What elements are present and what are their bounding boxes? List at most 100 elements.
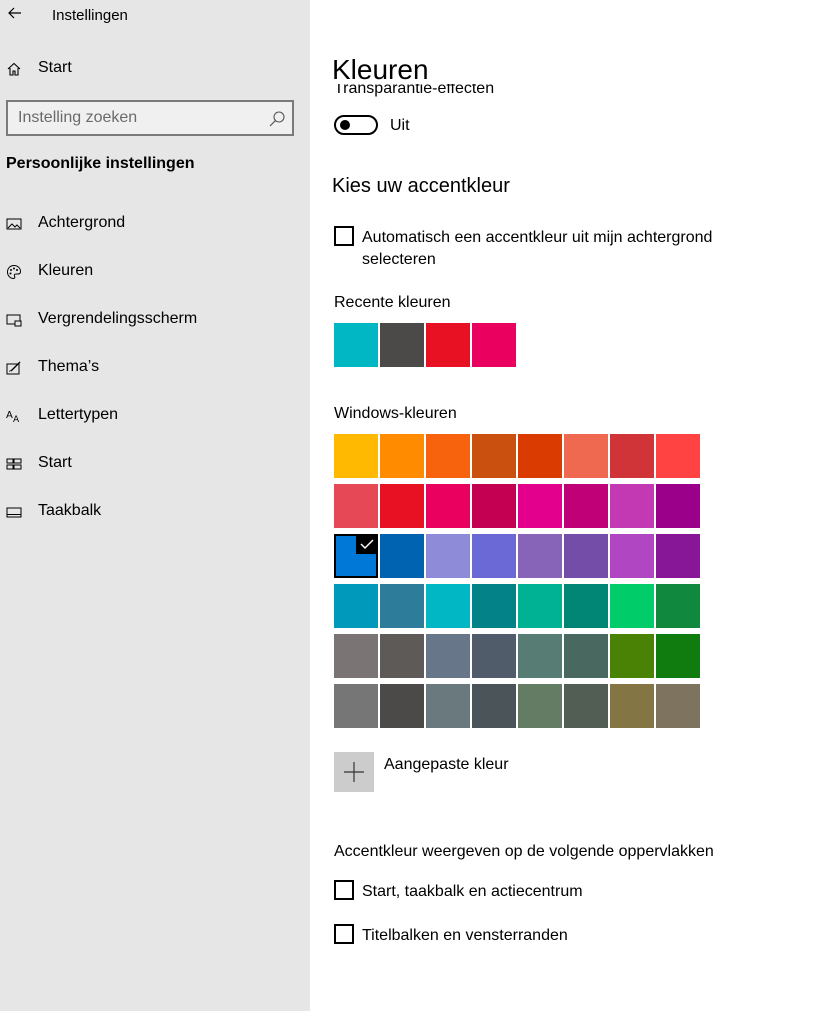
sidebar-item-label: Thema’s [38,358,100,375]
auto-accent-checkbox[interactable] [334,226,354,246]
sidebar-item-kleuren[interactable]: Kleuren [0,252,310,292]
windows-color-swatch[interactable] [472,684,516,728]
windows-color-swatch[interactable] [610,484,654,528]
windows-color-swatch[interactable] [564,684,608,728]
lock-screen-icon [6,314,22,327]
recent-color-swatch[interactable] [472,323,516,367]
picture-icon [6,218,22,230]
toggle-knob [340,120,350,130]
windows-color-swatch[interactable] [564,634,608,678]
back-button[interactable] [4,2,26,24]
windows-color-swatch[interactable] [334,584,378,628]
windows-color-swatch[interactable] [656,584,700,628]
windows-color-swatch[interactable] [380,434,424,478]
windows-color-swatch[interactable] [656,634,700,678]
windows-color-swatch[interactable] [564,534,608,578]
windows-color-swatch[interactable] [472,634,516,678]
windows-color-swatch[interactable] [426,684,470,728]
sidebar-item-label: Vergrendelingsscherm [38,310,198,327]
sidebar-item-start[interactable]: Start [0,444,310,484]
windows-color-swatch[interactable] [334,434,378,478]
windows-color-swatch[interactable] [472,484,516,528]
windows-color-swatch[interactable] [472,534,516,578]
windows-color-swatch[interactable] [334,684,378,728]
sidebar-item-themas[interactable]: Thema’s [0,348,310,388]
windows-color-swatch[interactable] [334,534,378,578]
windows-color-swatch[interactable] [334,484,378,528]
windows-color-swatch[interactable] [380,684,424,728]
windows-color-swatch[interactable] [610,434,654,478]
plus-icon [344,762,364,782]
sidebar: Instellingen Start Instelling zoeken Per… [0,0,310,1011]
home-icon [7,62,21,76]
windows-color-swatch[interactable] [564,484,608,528]
start-taskbar-checkbox[interactable] [334,880,354,900]
windows-color-swatch[interactable] [380,584,424,628]
svg-text:A: A [13,415,20,424]
windows-color-swatch[interactable] [380,534,424,578]
windows-color-swatch[interactable] [472,434,516,478]
sidebar-item-label: Taakbalk [38,502,102,519]
transparency-toggle[interactable] [334,115,378,135]
titlebar-label[interactable]: Titelbalken en vensterranden [362,925,568,947]
sidebar-item-label: Lettertypen [38,406,119,423]
windows-color-swatch[interactable] [472,584,516,628]
windows-color-swatch[interactable] [518,534,562,578]
sidebar-home[interactable]: Start [0,52,310,86]
titlebar-checkbox[interactable] [334,924,354,944]
windows-color-swatch[interactable] [426,484,470,528]
start-taskbar-label[interactable]: Start, taakbalk en actiecentrum [362,881,583,903]
taskbar-icon [6,507,22,518]
surfaces-label: Accentkleur weergeven op de volgende opp… [334,843,714,860]
windows-color-swatch[interactable] [426,534,470,578]
windows-color-swatch[interactable] [656,484,700,528]
sidebar-home-label: Start [38,59,72,76]
search-input[interactable]: Instelling zoeken [6,100,294,136]
windows-color-swatch[interactable] [334,634,378,678]
windows-color-swatch[interactable] [518,434,562,478]
auto-accent-line2: selecteren [362,251,436,268]
auto-accent-line1: Automatisch een accentkleur uit mijn ach… [362,229,713,246]
recent-color-swatch[interactable] [380,323,424,367]
windows-color-swatch[interactable] [610,584,654,628]
windows-color-swatch[interactable] [426,434,470,478]
sidebar-item-achtergrond[interactable]: Achtergrond [0,204,310,244]
windows-color-swatch[interactable] [380,634,424,678]
checkmark-icon [356,534,378,554]
windows-color-swatch[interactable] [518,484,562,528]
windows-color-swatch[interactable] [610,634,654,678]
windows-color-swatch[interactable] [426,634,470,678]
palette-icon [6,264,22,280]
windows-color-swatch[interactable] [610,684,654,728]
windows-color-swatch[interactable] [564,584,608,628]
windows-color-swatch[interactable] [380,484,424,528]
sidebar-item-taakbalk[interactable]: Taakbalk [0,492,310,532]
sidebar-item-vergrendelingsscherm[interactable]: Vergrendelingsscherm [0,300,310,340]
sidebar-item-label: Start [38,454,72,471]
custom-color-button[interactable] [334,752,374,792]
windows-color-swatch[interactable] [564,434,608,478]
main-content: Kleuren Transparantie-effecten Uit Kies … [310,0,826,1011]
windows-color-swatch[interactable] [518,684,562,728]
auto-accent-label[interactable]: Automatisch een accentkleur uit mijn ach… [362,227,712,271]
sidebar-item-lettertypen[interactable]: A A Lettertypen [0,396,310,436]
accent-heading: Kies uw accentkleur [332,175,510,197]
recent-colors-label: Recente kleuren [334,294,451,311]
windows-color-swatch[interactable] [426,584,470,628]
app-title: Instellingen [52,7,128,24]
custom-color-label[interactable]: Aangepaste kleur [384,756,509,774]
windows-color-swatch[interactable] [518,634,562,678]
windows-color-swatch[interactable] [656,434,700,478]
sidebar-item-label: Kleuren [38,262,94,279]
windows-color-swatch[interactable] [610,534,654,578]
recent-color-swatch[interactable] [426,323,470,367]
start-tiles-icon [6,458,22,470]
back-arrow-icon [8,7,21,19]
windows-color-swatch[interactable] [656,684,700,728]
search-placeholder: Instelling zoeken [18,109,138,126]
windows-color-swatch[interactable] [656,534,700,578]
recent-color-swatch[interactable] [334,323,378,367]
windows-color-swatch[interactable] [518,584,562,628]
section-title: Persoonlijke instellingen [6,155,195,172]
page-title: Kleuren [332,54,429,85]
